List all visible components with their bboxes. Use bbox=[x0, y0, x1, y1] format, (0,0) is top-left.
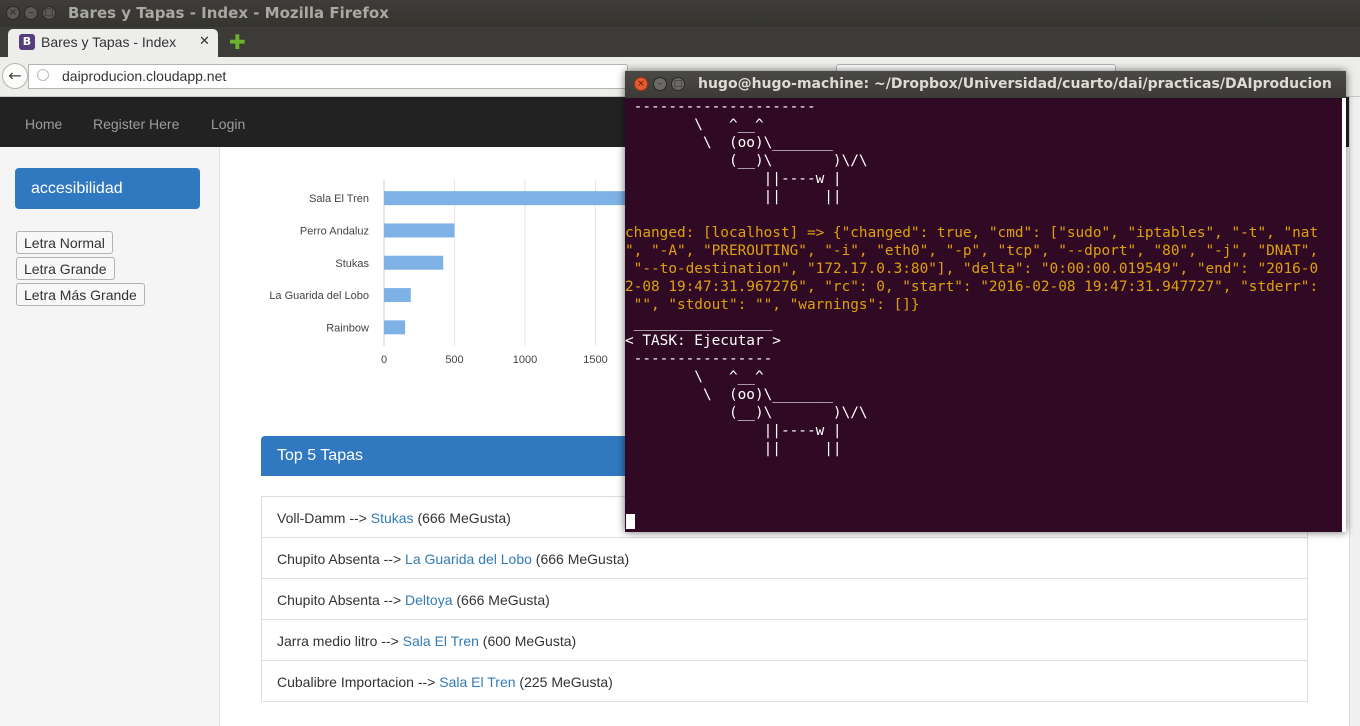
likes-count: (225 MeGusta) bbox=[515, 674, 613, 690]
page-scrollbar[interactable] bbox=[1349, 97, 1360, 726]
bootstrap-favicon-icon: B bbox=[19, 34, 35, 50]
nav-login-link[interactable]: Login bbox=[211, 116, 245, 132]
nav-register-link[interactable]: Register Here bbox=[93, 116, 179, 132]
chart-bar bbox=[384, 191, 630, 206]
bar-link[interactable]: Stukas bbox=[371, 510, 414, 526]
cowsay-art: --------------------- \ ^__^ \ (oo)\____… bbox=[633, 99, 868, 205]
font-normal-button[interactable]: Letra Normal bbox=[16, 231, 113, 254]
terminal-cursor bbox=[626, 514, 635, 529]
tapa-name: Voll-Damm bbox=[277, 510, 346, 526]
url-text[interactable]: daiproducion.cloudapp.net bbox=[62, 68, 226, 84]
top5-title: Top 5 Tapas bbox=[277, 447, 363, 464]
list-item: Chupito Absenta --> Deltoya (666 MeGusta… bbox=[261, 578, 1308, 620]
back-arrow-icon[interactable]: ← bbox=[2, 63, 28, 89]
window-title: Bares y Tapas - Index - Mozilla Firefox bbox=[68, 4, 389, 22]
x-tick-label: 1500 bbox=[583, 354, 607, 366]
list-item: Cubalibre Importacion --> Sala El Tren (… bbox=[261, 660, 1308, 702]
x-tick-label: 0 bbox=[381, 354, 387, 366]
chart-bar bbox=[384, 255, 444, 270]
category-label: Sala El Tren bbox=[309, 193, 369, 205]
terminal-output[interactable]: --------------------- \ ^__^ \ (oo)\____… bbox=[625, 98, 1343, 532]
terminal-title: hugo@hugo-machine: ~/Dropbox/Universidad… bbox=[698, 76, 1332, 92]
tapa-name: Jarra medio litro bbox=[277, 633, 378, 649]
changed-output: changed: [localhost] => {"changed": true… bbox=[625, 225, 1319, 313]
category-label: Stukas bbox=[335, 258, 369, 270]
list-item: Jarra medio litro --> Sala El Tren (600 … bbox=[261, 619, 1308, 661]
arrow-text: --> bbox=[379, 592, 406, 608]
bar-link[interactable]: Sala El Tren bbox=[439, 674, 515, 690]
maximize-window-icon[interactable]: □ bbox=[42, 6, 56, 20]
close-window-icon[interactable]: × bbox=[6, 6, 20, 20]
terminal-minimize-icon[interactable]: – bbox=[653, 77, 667, 91]
category-label: Rainbow bbox=[326, 322, 369, 334]
bar-chart: 0 500 1000 1500 Sala El Tren Perro Andaluz Stu… bbox=[269, 180, 630, 366]
accessibility-button[interactable]: accesibilidad bbox=[15, 168, 200, 209]
bar-link[interactable]: Sala El Tren bbox=[403, 633, 479, 649]
category-label: La Guarida del Lobo bbox=[269, 290, 369, 302]
likes-count: (600 MeGusta) bbox=[478, 633, 577, 649]
tab-title[interactable]: Bares y Tapas - Index bbox=[41, 34, 176, 50]
bar-link[interactable]: Deltoya bbox=[405, 592, 452, 608]
x-tick-label: 1000 bbox=[513, 354, 537, 366]
font-large-button[interactable]: Letra Grande bbox=[16, 257, 115, 280]
category-label: Perro Andaluz bbox=[300, 225, 369, 237]
chart-bar bbox=[384, 320, 406, 335]
terminal-maximize-icon[interactable]: □ bbox=[671, 77, 685, 91]
tab-close-icon[interactable]: ✕ bbox=[199, 34, 210, 49]
terminal-close-icon[interactable]: × bbox=[634, 77, 648, 91]
likes-count: (666 MeGusta) bbox=[531, 551, 630, 567]
arrow-text: --> bbox=[345, 510, 371, 526]
globe-icon bbox=[37, 69, 49, 81]
arrow-text: --> bbox=[413, 674, 440, 690]
likes-count: (666 MeGusta) bbox=[452, 592, 550, 608]
chart-bar bbox=[384, 223, 455, 238]
arrow-text: --> bbox=[379, 551, 406, 567]
arrow-text: --> bbox=[377, 633, 403, 649]
likes-count: (666 MeGusta) bbox=[413, 510, 511, 526]
task-banner: ________________ < TASK: Ejecutar > ----… bbox=[625, 315, 868, 457]
font-larger-button[interactable]: Letra Más Grande bbox=[16, 283, 145, 306]
x-tick-label: 500 bbox=[445, 354, 463, 366]
nav-home-link[interactable]: Home bbox=[25, 116, 62, 132]
list-item: Chupito Absenta --> La Guarida del Lobo … bbox=[261, 537, 1308, 579]
minimize-window-icon[interactable]: – bbox=[24, 6, 38, 20]
chart-bar bbox=[384, 288, 411, 303]
terminal-scrollbar[interactable] bbox=[1342, 98, 1346, 532]
tapa-name: Cubalibre Importacion bbox=[277, 674, 414, 690]
tapa-name: Chupito Absenta bbox=[277, 592, 380, 608]
tapa-name: Chupito Absenta bbox=[277, 551, 380, 567]
bar-link[interactable]: La Guarida del Lobo bbox=[405, 551, 532, 567]
new-tab-icon[interactable]: ✚ bbox=[229, 30, 246, 54]
